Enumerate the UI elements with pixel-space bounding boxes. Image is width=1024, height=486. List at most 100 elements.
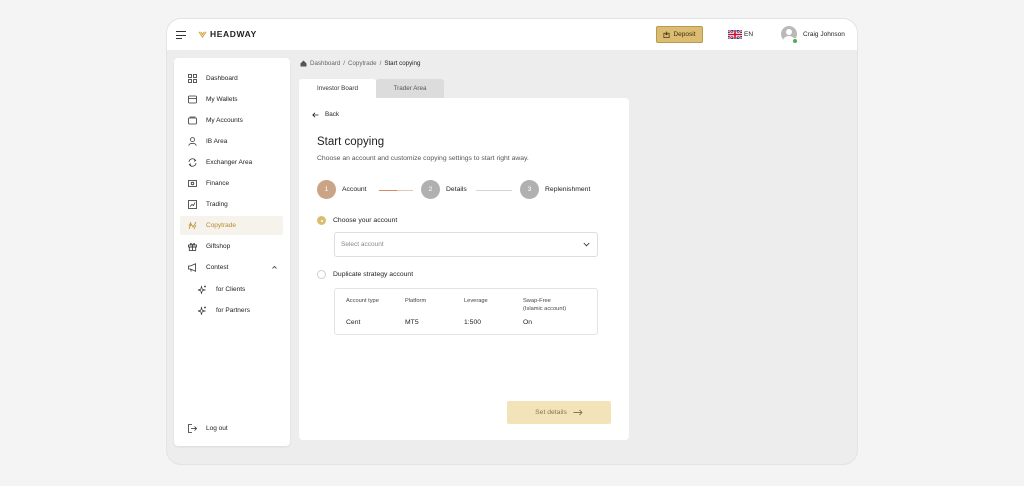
- logo-text: HEADWAY: [210, 29, 257, 39]
- deposit-icon: [663, 31, 670, 38]
- step-label: Account: [342, 186, 367, 193]
- sidebar-item-label: Trading: [206, 201, 228, 208]
- tab-trader-area[interactable]: Trader Area: [376, 79, 444, 98]
- choose-account-option[interactable]: Choose your account: [317, 216, 397, 225]
- breadcrumb-current: Start copying: [384, 60, 421, 67]
- sidebar-item-dashboard[interactable]: Dashboard: [180, 69, 283, 88]
- sidebar-item-label: Giftshop: [206, 243, 231, 250]
- sidebar-item-my-accounts[interactable]: My Accounts: [180, 111, 283, 130]
- user-menu[interactable]: Craig Johnson: [781, 26, 845, 42]
- app-window: HEADWAY Deposit EN Craig Johnson Dashboa…: [167, 19, 857, 464]
- gift-icon: [187, 242, 197, 252]
- step-connector: [476, 190, 512, 191]
- sidebar-item-finance[interactable]: Finance: [180, 174, 283, 193]
- tab-investor-board[interactable]: Investor Board: [299, 79, 376, 98]
- sidebar-item-ib-area[interactable]: IB Area: [180, 132, 283, 151]
- duplicate-strategy-label: Duplicate strategy account: [333, 271, 414, 278]
- sidebar-item-label: Dashboard: [206, 75, 238, 82]
- page-subtitle: Choose an account and customize copying …: [317, 155, 529, 162]
- sidebar-item-for-partners[interactable]: for Partners: [180, 301, 283, 320]
- accounts-icon: [187, 116, 197, 126]
- info-header: Leverage: [464, 298, 488, 304]
- breadcrumb-dashboard[interactable]: Dashboard: [310, 60, 340, 67]
- logo[interactable]: HEADWAY: [198, 29, 257, 39]
- sidebar-item-my-wallets[interactable]: My Wallets: [180, 90, 283, 109]
- step-label: Replenishment: [545, 186, 591, 193]
- set-details-button[interactable]: Set details: [507, 401, 611, 424]
- step-number: 1: [317, 180, 336, 199]
- home-icon[interactable]: [300, 60, 307, 67]
- set-details-label: Set details: [535, 409, 567, 416]
- chart-icon: [187, 200, 197, 210]
- sidebar-item-label: for Partners: [216, 307, 250, 314]
- info-value: On: [523, 319, 533, 326]
- grid-icon: [187, 74, 197, 84]
- sidebar-item-label: My Accounts: [206, 117, 243, 124]
- chevron-down-icon: [583, 242, 590, 247]
- sidebar-item-giftshop[interactable]: Giftshop: [180, 237, 283, 256]
- back-button[interactable]: Back: [312, 111, 339, 118]
- menu-icon[interactable]: [176, 31, 186, 39]
- radio-selected[interactable]: [317, 216, 326, 225]
- step-details: 2 Details: [421, 180, 467, 199]
- sidebar-item-copytrade[interactable]: Copytrade: [180, 216, 283, 235]
- breadcrumb-separator: /: [379, 60, 382, 67]
- info-col-platform: Platform MT5: [405, 297, 463, 326]
- account-select[interactable]: Select account: [334, 232, 598, 257]
- language-selector[interactable]: EN: [728, 30, 753, 39]
- language-label: EN: [744, 31, 754, 38]
- step-account: 1 Account: [317, 180, 367, 199]
- deposit-button[interactable]: Deposit: [656, 26, 703, 43]
- step-label: Details: [446, 186, 467, 193]
- sidebar-item-for-clients[interactable]: for Clients: [180, 280, 283, 299]
- sidebar-item-label: for Clients: [216, 286, 246, 293]
- sparkle-icon: [197, 285, 207, 295]
- online-status-icon: [792, 38, 798, 44]
- arrow-left-icon: [312, 112, 319, 117]
- chevron-up-icon[interactable]: [272, 265, 277, 270]
- info-header: Platform: [405, 298, 427, 304]
- sidebar-item-exchanger-area[interactable]: Exchanger Area: [180, 153, 283, 172]
- step-replenishment: 3 Replenishment: [520, 180, 590, 199]
- info-col-leverage: Leverage 1:500: [464, 297, 522, 326]
- person-icon: [187, 137, 197, 147]
- breadcrumb-separator: /: [343, 60, 346, 67]
- sidebar-item-trading[interactable]: Trading: [180, 195, 283, 214]
- step-number: 3: [520, 180, 539, 199]
- info-value: 1:500: [464, 319, 482, 326]
- info-header: Swap-Free: [523, 298, 551, 304]
- step-connector: [379, 190, 413, 191]
- wallet-icon: [187, 95, 197, 105]
- user-name: Craig Johnson: [803, 30, 845, 38]
- radio-unselected[interactable]: [317, 270, 326, 279]
- info-header-sub: (Islamic account): [523, 306, 566, 312]
- copytrade-icon: [187, 221, 197, 231]
- sidebar-item-label: Contest: [206, 264, 229, 271]
- logo-wings-icon: [198, 31, 207, 38]
- tab-bar: Investor Board Trader Area: [299, 79, 444, 98]
- sidebar-item-label: Finance: [206, 180, 230, 187]
- info-col-swap-free: Swap-Free (Islamic account) On: [523, 297, 581, 326]
- top-bar: HEADWAY Deposit EN Craig Johnson: [167, 19, 857, 50]
- select-placeholder: Select account: [341, 241, 384, 248]
- breadcrumb: Dashboard / Copytrade / Start copying: [300, 60, 420, 67]
- duplicate-strategy-option[interactable]: Duplicate strategy account: [317, 270, 413, 279]
- sidebar-item-label: My Wallets: [206, 96, 238, 103]
- logout-label: Log out: [206, 425, 228, 432]
- money-icon: [187, 179, 197, 189]
- breadcrumb-copytrade[interactable]: Copytrade: [348, 60, 377, 67]
- info-value: Cent: [346, 319, 361, 326]
- logout-icon: [187, 424, 197, 434]
- logout-button[interactable]: Log out: [180, 419, 283, 438]
- sparkle-icon: [197, 306, 207, 316]
- info-col-account-type: Account type Cent: [346, 297, 404, 326]
- strategy-account-info: Account type Cent Platform MT5 Leverage …: [334, 288, 598, 335]
- sidebar-item-label: Copytrade: [206, 222, 236, 229]
- uk-flag-icon: [728, 30, 742, 39]
- deposit-label: Deposit: [673, 31, 696, 38]
- start-copying-card: Back Start copying Choose an account and…: [299, 98, 629, 440]
- choose-account-label: Choose your account: [333, 217, 398, 224]
- sidebar-item-label: IB Area: [206, 138, 228, 145]
- info-value: MT5: [405, 319, 419, 326]
- sidebar-item-contest[interactable]: Contest: [180, 258, 283, 277]
